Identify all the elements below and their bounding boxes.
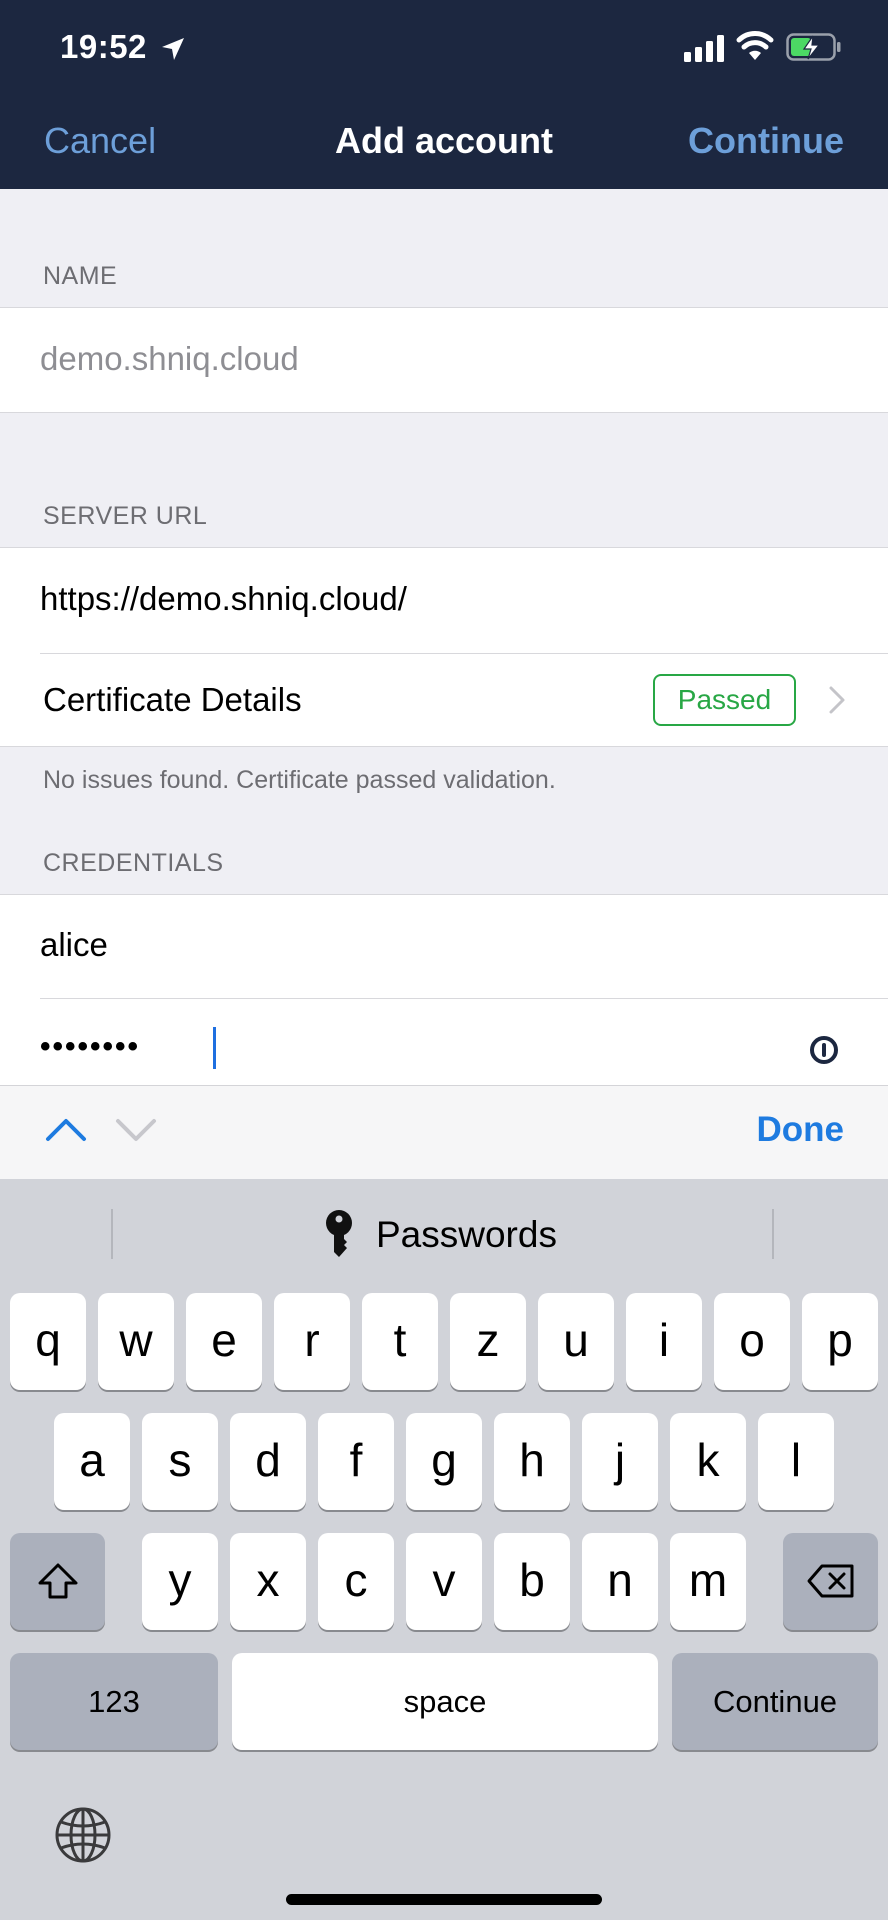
page-title: Add account [334,120,553,161]
numbers-key[interactable]: 123 [10,1653,218,1750]
username-input[interactable]: alice [40,926,108,964]
key-z[interactable]: z [450,1293,526,1390]
divider [40,653,888,654]
divider [0,307,888,308]
cancel-button[interactable]: Cancel [44,120,156,162]
divider [40,998,888,999]
passwords-suggestion[interactable]: Passwords [376,1214,557,1256]
certificate-note: No issues found. Certificate passed vali… [43,766,556,794]
done-button[interactable]: Done [757,1110,845,1150]
key-w[interactable]: w [98,1293,174,1390]
key-l[interactable]: l [758,1413,834,1510]
key-x[interactable]: x [230,1533,306,1630]
name-input[interactable]: demo.shniq.cloud [40,340,299,378]
certificate-details-row[interactable]: Certificate Details [43,681,302,719]
suggestion-divider [772,1209,774,1259]
server-url-section-header: SERVER URL [43,502,208,530]
key-g[interactable]: g [406,1413,482,1510]
text-cursor [213,1027,216,1069]
battery-charging-icon [786,33,841,61]
suggestion-divider [111,1209,113,1259]
return-continue-key[interactable]: Continue [672,1653,878,1750]
globe-icon[interactable] [54,1806,112,1864]
key-k[interactable]: k [670,1413,746,1510]
space-key[interactable]: space [232,1653,658,1750]
key-s[interactable]: s [142,1413,218,1510]
divider [0,412,888,413]
credentials-section-header: CREDENTIALS [43,849,224,877]
key-v[interactable]: v [406,1533,482,1630]
key-e[interactable]: e [186,1293,262,1390]
show-password-icon[interactable] [808,1034,840,1066]
key-j[interactable]: j [582,1413,658,1510]
key-o[interactable]: o [714,1293,790,1390]
divider [0,894,888,895]
key-h[interactable]: h [494,1413,570,1510]
key-b[interactable]: b [494,1533,570,1630]
key-n[interactable]: n [582,1533,658,1630]
chevron-up-icon[interactable] [44,1115,88,1143]
divider [0,547,888,548]
key-d[interactable]: d [230,1413,306,1510]
key-r[interactable]: r [274,1293,350,1390]
home-indicator [286,1894,602,1905]
key-m[interactable]: m [670,1533,746,1630]
chevron-down-icon[interactable] [114,1115,158,1143]
key-c[interactable]: c [318,1533,394,1630]
divider [0,746,888,747]
key-p[interactable]: p [802,1293,878,1390]
cellular-signal-icon [684,35,724,62]
key-icon[interactable] [322,1209,356,1261]
key-f[interactable]: f [318,1413,394,1510]
delete-key[interactable] [783,1533,878,1630]
chevron-right-icon [829,686,845,714]
continue-button[interactable]: Continue [688,120,844,162]
shift-key[interactable] [10,1533,105,1630]
wifi-icon [736,31,774,60]
backspace-icon [807,1564,853,1598]
key-a[interactable]: a [54,1413,130,1510]
shift-icon [38,1563,77,1599]
status-time: 19:52 [60,28,147,65]
certificate-status-badge: Passed [653,674,796,726]
key-i[interactable]: i [626,1293,702,1390]
server-url-input[interactable]: https://demo.shniq.cloud/ [40,580,407,618]
key-u[interactable]: u [538,1293,614,1390]
password-input[interactable]: •••••••• [40,1030,140,1064]
location-arrow-icon [162,38,184,60]
key-t[interactable]: t [362,1293,438,1390]
key-y[interactable]: y [142,1533,218,1630]
key-q[interactable]: q [10,1293,86,1390]
name-section-header: NAME [43,262,118,290]
